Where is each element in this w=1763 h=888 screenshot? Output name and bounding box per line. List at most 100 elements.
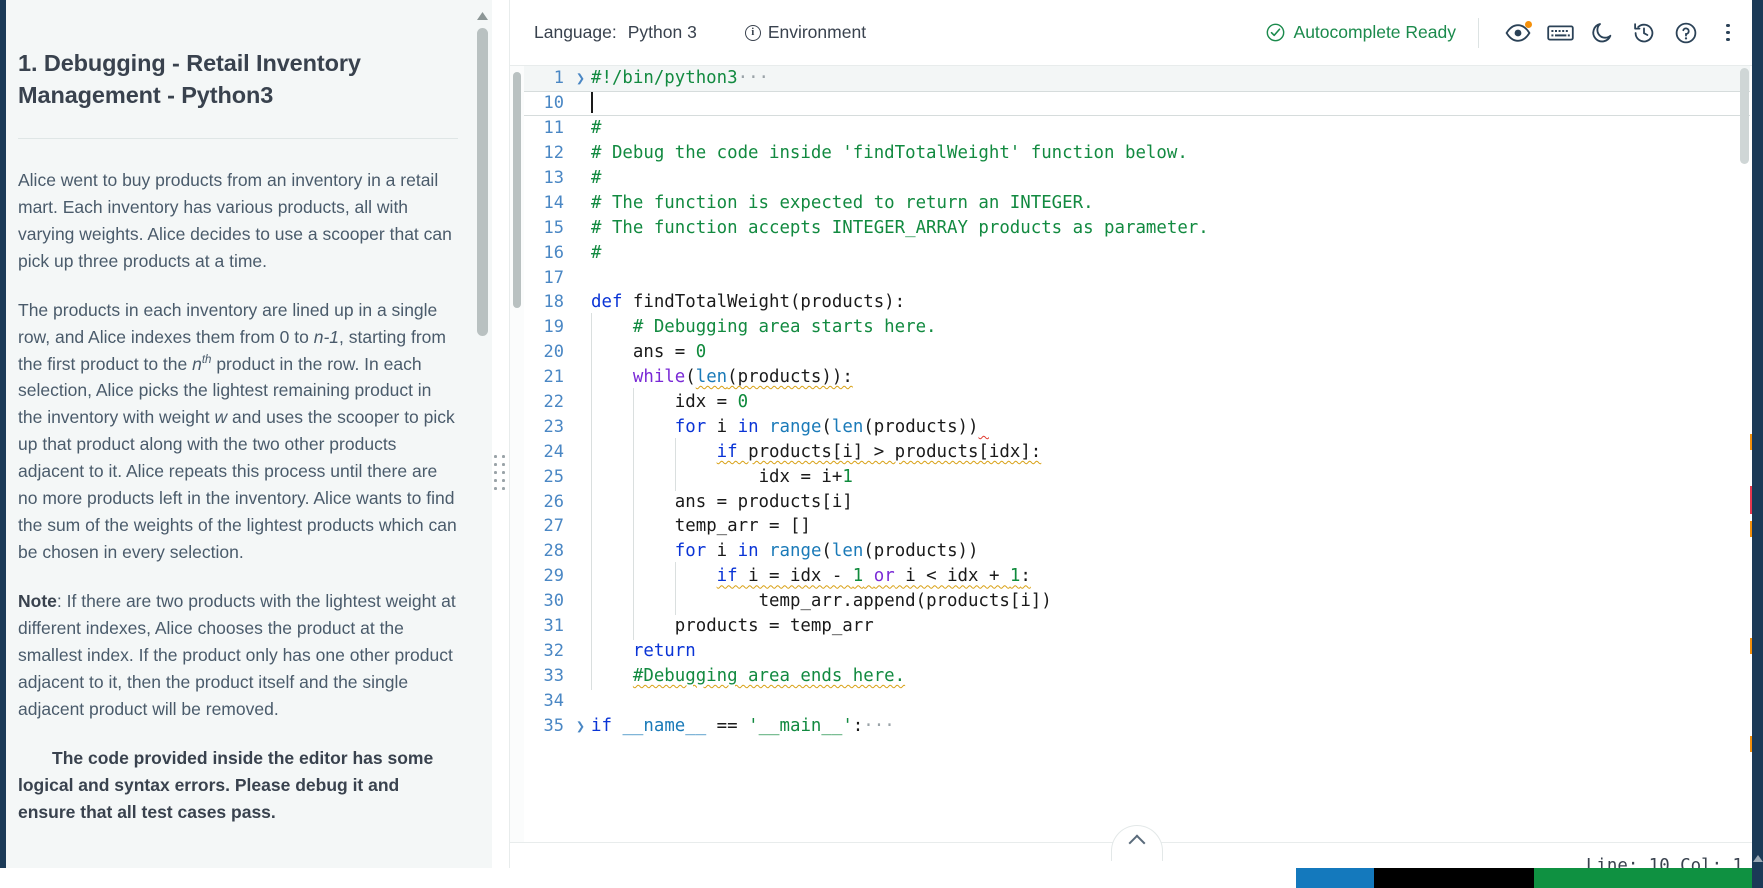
problem-scrollbar-thumb[interactable] (477, 28, 488, 336)
line-number: 30 (543, 591, 564, 612)
pane-divider[interactable] (492, 0, 509, 888)
pane-drag-handle-icon[interactable] (494, 455, 507, 495)
debug-instruction: The code provided inside the editor has … (18, 747, 434, 822)
code-line[interactable]: 17 (524, 265, 1763, 290)
code-line[interactable]: 30 temp_arr.append(products[i]) (524, 587, 1763, 616)
bottom-color-strip (0, 868, 1763, 888)
line-content: temp_arr = [] (591, 512, 1763, 541)
code-line[interactable]: 18 def findTotalWeight(products): (524, 290, 1763, 315)
code-line[interactable]: 28 for i in range(len(products)) (524, 537, 1763, 566)
code-line[interactable]: 20 ans = 0 (524, 338, 1763, 367)
code-line[interactable]: 13 # (524, 166, 1763, 191)
code-line[interactable]: 23 for i in range(len(products)) (524, 412, 1763, 441)
problem-paragraph-2: The products in each inventory are lined… (18, 299, 457, 563)
help-icon[interactable] (1665, 12, 1707, 54)
code-line[interactable]: 33 #Debugging area ends here. (524, 661, 1763, 690)
line-number: 33 (543, 665, 564, 686)
line-number: 11 (543, 118, 564, 139)
moon-icon[interactable] (1581, 12, 1623, 54)
code-line[interactable]: 25 idx = i+1 (524, 462, 1763, 491)
environment-button[interactable]: i Environment (744, 22, 867, 43)
info-icon: i (744, 24, 761, 41)
strip-segment-white (0, 868, 1296, 888)
title-divider (18, 137, 458, 139)
code-line[interactable]: 14 # The function is expected to return … (524, 190, 1763, 215)
line-number: 24 (543, 441, 564, 462)
autocomplete-status: Autocomplete Ready (1266, 22, 1456, 43)
line-number: 22 (543, 392, 564, 413)
environment-label: Environment (767, 22, 867, 42)
fold-arrow-icon[interactable]: ❯ (570, 717, 591, 735)
strip-segment-black[interactable] (1374, 868, 1534, 888)
code-line[interactable]: 29 if i = idx - 1 or i < idx + 1: (524, 562, 1763, 591)
check-circle-icon (1266, 23, 1284, 42)
line-content: products = temp_arr (591, 612, 1763, 641)
code-line[interactable]: 19 # Debugging area starts here. (524, 313, 1763, 342)
code-line-active[interactable]: 10 (524, 90, 1763, 116)
line-number: 14 (543, 192, 564, 213)
scroll-up-arrow-icon[interactable] (473, 6, 492, 25)
fold-ellipsis[interactable]: ··· (863, 716, 894, 736)
code-line[interactable]: 35 ❯ if __name__ == '__main__':··· (524, 713, 1763, 738)
line-number: 31 (543, 616, 564, 637)
line-content: # The function is expected to return an … (591, 192, 1094, 213)
code-lines-container[interactable]: 1 ❯ #!/bin/python3··· 10 11 # 12 # Debug… (524, 66, 1763, 842)
line-content: # Debug the code inside 'findTotalWeight… (591, 143, 1188, 164)
line-content: #Debugging area ends here. (591, 661, 1763, 690)
code-left-scrollbar[interactable] (510, 66, 524, 842)
fold-ellipsis[interactable]: ··· (738, 68, 769, 88)
language-value[interactable]: Python 3 (628, 22, 697, 43)
var-n-sup: th (201, 353, 212, 366)
line-content: for i in range(len(products)) (591, 537, 1763, 566)
code-token: #!/bin/python3 (591, 68, 738, 89)
toolbar-separator (1478, 17, 1479, 48)
code-line[interactable]: 27 temp_arr = [] (524, 512, 1763, 541)
code-line[interactable]: 34 (524, 688, 1763, 713)
code-vertical-scrollbar-thumb[interactable] (1740, 68, 1749, 164)
code-line[interactable]: 1 ❯ #!/bin/python3··· (524, 66, 1763, 91)
strip-segment-navy (1752, 868, 1763, 888)
code-line[interactable]: 31 products = temp_arr (524, 612, 1763, 641)
fold-arrow-icon[interactable]: ❯ (570, 69, 591, 87)
line-number: 10 (543, 93, 564, 114)
code-vertical-scrollbar[interactable] (1739, 66, 1750, 842)
page-scroll-up-arrow-icon[interactable] (1752, 850, 1763, 866)
strip-segment-blue[interactable] (1296, 868, 1374, 888)
code-line[interactable]: 24 if products[i] > products[idx]: (524, 437, 1763, 466)
code-line[interactable]: 32 return (524, 636, 1763, 665)
line-number: 34 (543, 690, 564, 711)
problem-paragraph-4: The code provided inside the editor has … (18, 745, 458, 826)
code-line[interactable]: 26 ans = products[i] (524, 487, 1763, 516)
line-number: 17 (543, 267, 564, 288)
history-icon[interactable] (1623, 12, 1665, 54)
problem-paragraph-3: Note: If there are two products with the… (18, 591, 456, 719)
code-line[interactable]: 12 # Debug the code inside 'findTotalWei… (524, 141, 1763, 166)
line-content: if i = idx - 1 or i < idx + 1: (591, 562, 1763, 591)
line-number: 20 (543, 342, 564, 363)
kebab-menu-icon[interactable] (1707, 12, 1749, 54)
code-line[interactable]: 21 while(len(products)): (524, 363, 1763, 392)
code-line[interactable]: 22 idx = 0 (524, 388, 1763, 417)
line-content: idx = i+1 (591, 462, 1763, 491)
code-area[interactable]: 1 ❯ #!/bin/python3··· 10 11 # 12 # Debug… (510, 66, 1763, 842)
eye-icon[interactable] (1497, 12, 1539, 54)
code-editor-pane: Language: Python 3 i Environment Autocom… (509, 0, 1763, 888)
line-content: idx = 0 (591, 388, 1763, 417)
line-content: ans = 0 (591, 338, 1763, 367)
problem-scrollbar[interactable] (473, 0, 492, 888)
editor-toolbar: Language: Python 3 i Environment Autocom… (510, 0, 1763, 66)
line-number: 27 (543, 516, 564, 537)
line-content: # (591, 168, 602, 188)
line-number: 25 (543, 466, 564, 487)
code-left-scrollbar-thumb[interactable] (513, 72, 521, 308)
var-n: n (192, 353, 202, 374)
code-line[interactable]: 11 # (524, 116, 1763, 141)
line-number: 32 (543, 640, 564, 661)
line-number: 13 (543, 168, 564, 188)
code-line[interactable]: 16 # (524, 240, 1763, 265)
keyboard-icon[interactable] (1539, 12, 1581, 54)
problem-body: Alice went to buy products from an inven… (18, 167, 458, 826)
strip-segment-green[interactable] (1534, 868, 1752, 888)
code-line[interactable]: 15 # The function accepts INTEGER_ARRAY … (524, 215, 1763, 240)
text-caret (591, 91, 593, 113)
